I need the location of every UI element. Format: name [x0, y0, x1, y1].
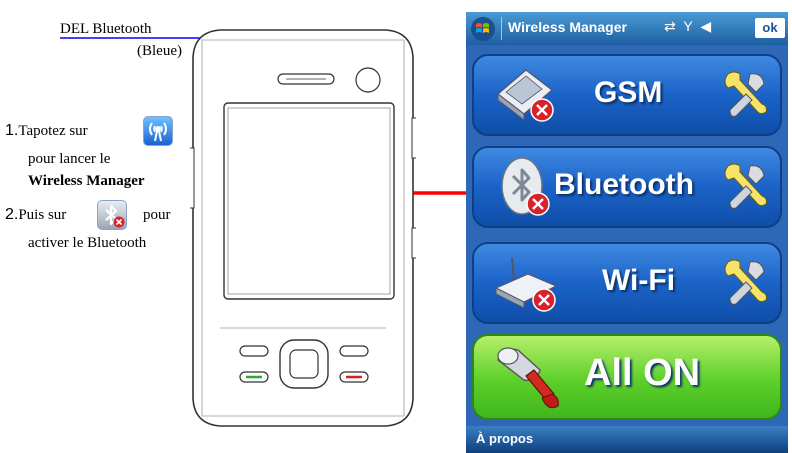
- wifi-router-off-icon: [494, 257, 558, 312]
- bluetooth-toggle-button[interactable]: Bluetooth: [472, 146, 782, 228]
- app-title: Wireless Manager: [508, 19, 627, 35]
- bluetooth-label: Bluetooth: [554, 168, 694, 201]
- pda-phone-off-icon: [497, 69, 554, 122]
- wrench-icon[interactable]: [720, 162, 770, 214]
- windows-start-icon[interactable]: [470, 16, 496, 42]
- title-bar: Wireless Manager ⇄ Y ◀ ok: [466, 12, 788, 45]
- gsm-toggle-button[interactable]: GSM: [472, 54, 782, 136]
- all-on-button[interactable]: All ON: [472, 334, 782, 420]
- bottom-menu-bar: À propos: [466, 426, 788, 453]
- status-icons: ⇄ Y ◀: [664, 18, 713, 35]
- bluetooth-off-icon: [501, 157, 550, 216]
- title-separator: [501, 17, 502, 40]
- phone-illustration: [190, 29, 416, 427]
- signal-off-icon[interactable]: Y: [683, 18, 694, 34]
- wireless-manager-screen: Wireless Manager ⇄ Y ◀ ok GSM Bluetooth …: [466, 12, 788, 453]
- wrench-icon[interactable]: [720, 258, 770, 310]
- wifi-toggle-button[interactable]: Wi-Fi: [472, 242, 782, 324]
- ok-button[interactable]: ok: [755, 18, 785, 38]
- hammer-icon: [497, 347, 559, 409]
- data-disconnected-icon[interactable]: ⇄: [664, 18, 678, 34]
- about-softkey[interactable]: À propos: [476, 431, 533, 446]
- wifi-label: Wi-Fi: [602, 264, 676, 297]
- wrench-icon[interactable]: [720, 70, 770, 122]
- gsm-label: GSM: [594, 76, 663, 109]
- speaker-icon[interactable]: ◀: [700, 18, 713, 34]
- all-on-label: All ON: [584, 352, 701, 394]
